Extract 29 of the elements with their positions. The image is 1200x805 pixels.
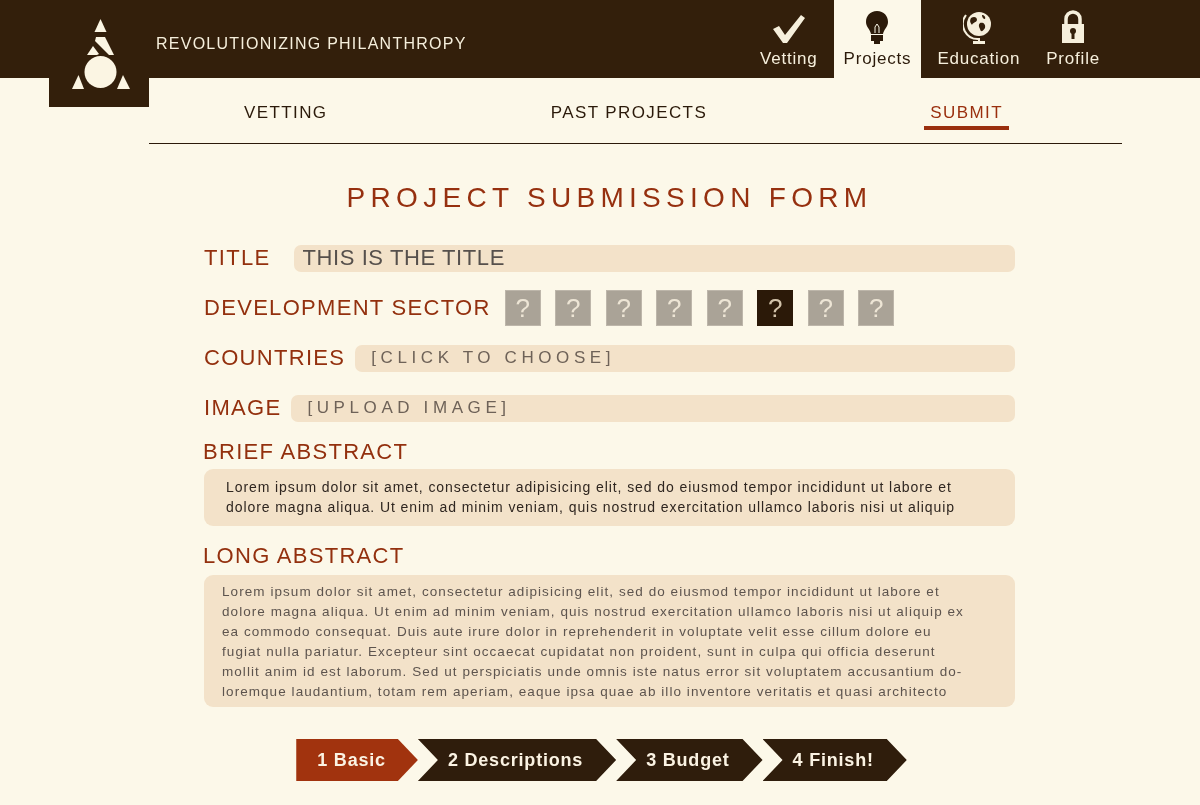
field-label: BRIEF ABSTRACT	[203, 439, 409, 465]
countries-field[interactable]: [CLICK TO CHOOSE]	[355, 344, 1015, 372]
step-tab[interactable]: 4 Finish!	[762, 739, 907, 781]
nav-tab[interactable]: Vetting	[750, 0, 828, 78]
checkmark-icon	[771, 14, 806, 44]
field-label: COUNTRIES	[204, 345, 346, 371]
padlock-icon	[1061, 10, 1086, 44]
field-label: TITLE	[204, 245, 271, 271]
subnav-tab[interactable]: VETTING	[238, 103, 334, 130]
subnav-tab[interactable]: PAST PROJECTS	[544, 103, 714, 130]
step-tab[interactable]: 2 Descriptions	[417, 739, 617, 781]
lightbulb-icon	[865, 10, 890, 44]
field-label: LONG ABSTRACT	[203, 543, 405, 569]
nav-tab[interactable]: Projects	[833, 0, 922, 78]
step-tab[interactable]: 1 Basic	[296, 739, 418, 781]
field-label: DEVELOPMENT SECTOR	[204, 295, 491, 321]
nav-tab[interactable]: Profile	[1036, 0, 1110, 78]
long-abstract-field[interactable]: Lorem ipsum dolor sit amet, consectetur adipisicing elit, sed do eiusmod tempor incididunt ut labore et dolore magna aliqua. Ut enim ad minim veniam, quis nostrud exercitation ullamco laboris nisi ut aliquip ex ea commodo consequat. Duis aute irure dolor in reprehenderit in voluptate velit esse cillum dolore eu fugiat nulla pariatur. Excepteur sint occaecat cupidatat non proident, sunt in culpa qui officia deserunt mollit anim id est laborum. Sed ut perspiciatis unde omnis iste natus error sit voluptatem accusantium do- loremque laudantium, totam rem aperiam, eaque ipsa quae ab illo inventore veritatis et quasi architecto	[204, 575, 1015, 707]
brief-abstract-field[interactable]: Lorem ipsum dolor sit amet, consectetur adipisicing elit, sed do eiusmod tempor incididunt ut labore et dolore magna aliqua. Ut enim ad minim veniam, quis nostrud exercitation ullamco laboris nisi ut aliquip	[204, 469, 1015, 526]
form-heading: PROJECT SUBMISSION FORM	[345, 181, 874, 215]
tagline: REVOLUTIONIZING PHILANTHROPY	[156, 35, 467, 53]
logo-icon	[72, 18, 130, 89]
field-label: IMAGE	[204, 395, 282, 421]
sector-option[interactable]: ?	[757, 290, 794, 326]
title-field[interactable]: THIS IS THE TITLE	[294, 244, 1015, 272]
subnav-tab[interactable]: SUBMIT	[924, 103, 1009, 130]
nav-tab[interactable]: Education	[927, 0, 1031, 78]
step-tab[interactable]: 3 Budget	[616, 739, 763, 781]
image-upload-field[interactable]: [UPLOAD IMAGE]	[291, 394, 1015, 422]
